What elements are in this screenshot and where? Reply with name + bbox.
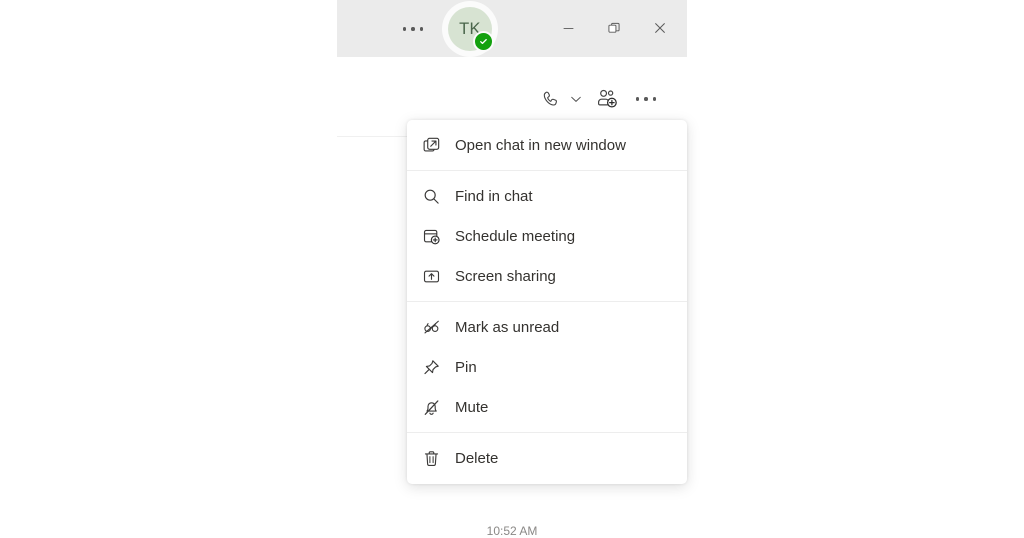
- menu-item-label: Delete: [455, 449, 499, 467]
- window-controls: [545, 8, 683, 48]
- menu-separator: [407, 301, 687, 302]
- menu-item-open-chat-in-new-window[interactable]: Open chat in new window: [407, 125, 687, 165]
- chat-header-actions: [535, 83, 665, 115]
- menu-item-find-in-chat[interactable]: Find in chat: [407, 176, 687, 216]
- call-icon: [543, 91, 557, 106]
- bell-off-icon: [423, 399, 449, 416]
- screen-share-icon: [423, 268, 449, 285]
- search-icon: [423, 188, 449, 205]
- chevron-down-icon: [571, 96, 581, 102]
- calendar-add-icon: [423, 228, 449, 245]
- menu-item-mark-as-unread[interactable]: Mark as unread: [407, 307, 687, 347]
- close-icon: [655, 23, 665, 33]
- menu-item-mute[interactable]: Mute: [407, 387, 687, 427]
- ellipsis-horizontal-icon: [635, 97, 657, 101]
- title-bar-overflow-button[interactable]: [390, 9, 436, 49]
- avatar-circle: TK: [448, 7, 494, 52]
- menu-item-label: Find in chat: [455, 187, 533, 205]
- ellipsis-horizontal-icon: [402, 27, 424, 31]
- menu-item-pin[interactable]: Pin: [407, 347, 687, 387]
- menu-item-label: Pin: [455, 358, 477, 376]
- close-button[interactable]: [637, 8, 683, 48]
- menu-item-label: Mark as unread: [455, 318, 560, 336]
- person-add-icon: [598, 89, 617, 108]
- menu-item-label: Screen sharing: [455, 267, 556, 285]
- menu-item-label: Schedule meeting: [455, 227, 576, 245]
- call-options-button[interactable]: [565, 83, 587, 115]
- add-people-button[interactable]: [587, 83, 627, 115]
- message-timestamp: 10:52 AM: [486, 524, 538, 538]
- avatar[interactable]: TK: [442, 1, 498, 57]
- minimize-button[interactable]: [545, 8, 591, 48]
- trash-icon: [423, 450, 449, 467]
- mark-unread-icon: [423, 318, 449, 336]
- call-button[interactable]: [535, 83, 565, 115]
- menu-item-delete[interactable]: Delete: [407, 438, 687, 478]
- open-in-new-window-icon: [423, 137, 449, 154]
- title-bar: TK: [337, 0, 687, 57]
- menu-separator: [407, 170, 687, 171]
- restore-button[interactable]: [591, 8, 637, 48]
- menu-separator: [407, 432, 687, 433]
- menu-item-label: Open chat in new window: [455, 136, 626, 154]
- menu-item-label: Mute: [455, 398, 489, 416]
- menu-item-screen-sharing[interactable]: Screen sharing: [407, 256, 687, 296]
- minimize-icon: [563, 27, 573, 29]
- pin-icon: [423, 359, 449, 376]
- more-options-button[interactable]: [627, 83, 665, 115]
- menu-item-schedule-meeting[interactable]: Schedule meeting: [407, 216, 687, 256]
- restore-window-icon: [608, 22, 620, 33]
- chat-options-context-menu: Open chat in new window Find in chat Sch…: [407, 120, 687, 484]
- checkmark-icon: [480, 38, 487, 45]
- presence-badge-available: [473, 31, 494, 52]
